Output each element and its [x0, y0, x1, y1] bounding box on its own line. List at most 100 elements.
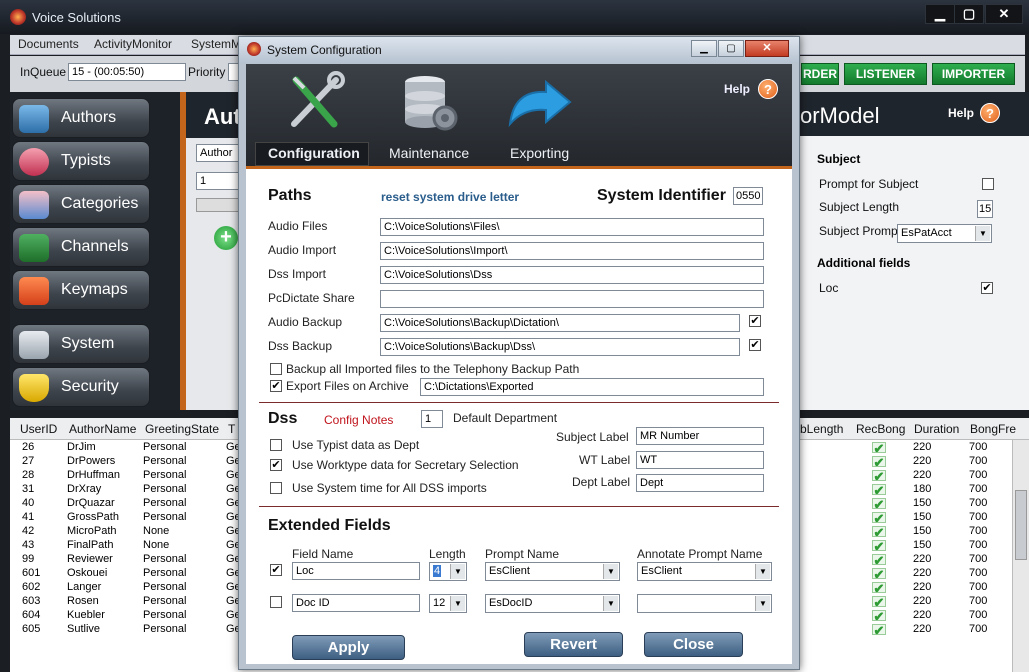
cell-bongfreq[interactable]: 700 [969, 567, 987, 579]
extended-row2-field-name[interactable]: Doc ID [292, 594, 420, 612]
cell-greetingstate[interactable]: Personal [143, 511, 186, 523]
extended-row2-checkbox[interactable] [270, 596, 282, 608]
cell-greetingstate[interactable]: Personal [143, 497, 186, 509]
cell-greetingstate[interactable]: Personal [143, 483, 186, 495]
cell-greetingstate[interactable]: Personal [143, 567, 186, 579]
cell-authorname[interactable]: DrJim [67, 441, 96, 453]
cell-duration[interactable]: 220 [913, 609, 931, 621]
revert-button[interactable]: Revert [524, 632, 623, 657]
menu-documents[interactable]: Documents [18, 37, 79, 51]
col-greetingstate[interactable]: GreetingState [145, 422, 219, 436]
audio-backup-checkbox[interactable]: ✔ [749, 315, 761, 327]
extended-row1-field-name[interactable]: Loc [292, 562, 420, 580]
pcdictate-share-field[interactable] [380, 290, 764, 308]
cell-duration[interactable]: 150 [913, 525, 931, 537]
extended-row2-length[interactable]: 12 ▼ [429, 594, 467, 613]
cell-authorname[interactable]: Langer [67, 581, 101, 593]
cell-authorname[interactable]: Reviewer [67, 553, 113, 565]
cell-bongfreq[interactable]: 700 [969, 497, 987, 509]
recbong-checkbox[interactable]: ✔ [872, 554, 886, 567]
cell-userid[interactable]: 601 [22, 567, 40, 579]
cell-authorname[interactable]: GrossPath [67, 511, 119, 523]
cell-duration[interactable]: 150 [913, 497, 931, 509]
col-blength[interactable]: bLength [800, 422, 843, 436]
cell-userid[interactable]: 27 [22, 455, 34, 467]
cell-userid[interactable]: 605 [22, 623, 40, 635]
extended-row1-checkbox[interactable]: ✔ [270, 564, 282, 576]
subject-length-field[interactable]: 15 [977, 200, 993, 218]
add-icon[interactable]: + [214, 226, 238, 250]
recorder-button[interactable]: RDER [801, 63, 839, 85]
dialog-minimize-button[interactable]: ▁ [691, 40, 717, 57]
cell-duration[interactable]: 220 [913, 595, 931, 607]
recbong-checkbox[interactable]: ✔ [872, 456, 886, 469]
close-button[interactable]: Close [644, 632, 743, 657]
recbong-checkbox[interactable]: ✔ [872, 442, 886, 455]
listener-button[interactable]: LISTENER [844, 63, 927, 85]
default-department-field[interactable]: 1 [421, 410, 443, 428]
dept-label-field[interactable]: Dept [636, 474, 764, 492]
minimize-button[interactable]: ▁ [925, 4, 955, 24]
extended-row1-length[interactable]: 4 ▼ [429, 562, 467, 581]
cell-bongfreq[interactable]: 700 [969, 539, 987, 551]
author-combo[interactable]: Author [196, 144, 243, 162]
use-typist-checkbox[interactable] [270, 439, 282, 451]
tab-maintenance[interactable]: Maintenance [389, 145, 469, 161]
use-worktype-checkbox[interactable]: ✔ [270, 459, 282, 471]
cell-userid[interactable]: 31 [22, 483, 34, 495]
cell-greetingstate[interactable]: Personal [143, 595, 186, 607]
cell-greetingstate[interactable]: Personal [143, 581, 186, 593]
cell-userid[interactable]: 99 [22, 553, 34, 565]
cell-userid[interactable]: 28 [22, 469, 34, 481]
recbong-checkbox[interactable]: ✔ [872, 512, 886, 525]
cell-greetingstate[interactable]: Personal [143, 609, 186, 621]
cell-bongfreq[interactable]: 700 [969, 581, 987, 593]
sidebar-item-security[interactable]: Security [12, 367, 150, 407]
dss-backup-checkbox[interactable]: ✔ [749, 339, 761, 351]
cell-bongfreq[interactable]: 700 [969, 483, 987, 495]
subject-prompt-combo[interactable]: EsPatAcct ▼ [897, 224, 992, 243]
sidebar-item-keymaps[interactable]: Keymaps [12, 270, 150, 310]
cell-authorname[interactable]: DrXray [67, 483, 101, 495]
maximize-button[interactable]: ▢ [954, 4, 984, 24]
grid-scroll-thumb[interactable] [1015, 490, 1027, 560]
cell-duration[interactable]: 180 [913, 483, 931, 495]
reset-drive-link[interactable]: reset system drive letter [381, 190, 519, 204]
cell-authorname[interactable]: Sutlive [67, 623, 100, 635]
cell-bongfreq[interactable]: 700 [969, 525, 987, 537]
loc-checkbox[interactable]: ✔ [981, 282, 993, 294]
audio-import-field[interactable]: C:\VoiceSolutions\Import\ [380, 242, 764, 260]
cell-bongfreq[interactable]: 700 [969, 455, 987, 467]
cell-authorname[interactable]: DrQuazar [67, 497, 115, 509]
cell-authorname[interactable]: DrHuffman [67, 469, 120, 481]
cell-greetingstate[interactable]: Personal [143, 469, 186, 481]
sidebar-item-system[interactable]: System [12, 324, 150, 364]
cell-greetingstate[interactable]: Personal [143, 441, 186, 453]
cell-bongfreq[interactable]: 700 [969, 469, 987, 481]
menu-system[interactable]: SystemM [191, 37, 241, 51]
cell-authorname[interactable]: FinalPath [67, 539, 113, 551]
wt-label-field[interactable]: WT [636, 451, 764, 469]
cell-duration[interactable]: 150 [913, 511, 931, 523]
recbong-checkbox[interactable]: ✔ [872, 484, 886, 497]
dss-backup-field[interactable]: C:\VoiceSolutions\Backup\Dss\ [380, 338, 740, 356]
cell-greetingstate[interactable]: Personal [143, 455, 186, 467]
sidebar-item-authors[interactable]: Authors [12, 98, 150, 138]
dialog-help-icon[interactable]: ? [758, 79, 778, 99]
tab-exporting[interactable]: Exporting [510, 145, 569, 161]
recbong-checkbox[interactable]: ✔ [872, 568, 886, 581]
dialog-close-icon[interactable]: ✕ [745, 40, 789, 57]
cell-userid[interactable]: 602 [22, 581, 40, 593]
menu-activitymonitor[interactable]: ActivityMonitor [94, 37, 172, 51]
cell-bongfreq[interactable]: 700 [969, 553, 987, 565]
grid-scrollbar[interactable] [1012, 440, 1029, 672]
config-notes-link[interactable]: Config Notes [324, 413, 393, 427]
cell-authorname[interactable]: MicroPath [67, 525, 117, 537]
cell-greetingstate[interactable]: None [143, 539, 169, 551]
extended-row2-prompt[interactable]: EsDocID ▼ [485, 594, 620, 613]
prompt-for-subject-checkbox[interactable] [982, 178, 994, 190]
cell-userid[interactable]: 40 [22, 497, 34, 509]
col-authorname[interactable]: AuthorName [69, 422, 136, 436]
extended-row1-annotate[interactable]: EsClient ▼ [637, 562, 772, 581]
cell-greetingstate[interactable]: Personal [143, 623, 186, 635]
